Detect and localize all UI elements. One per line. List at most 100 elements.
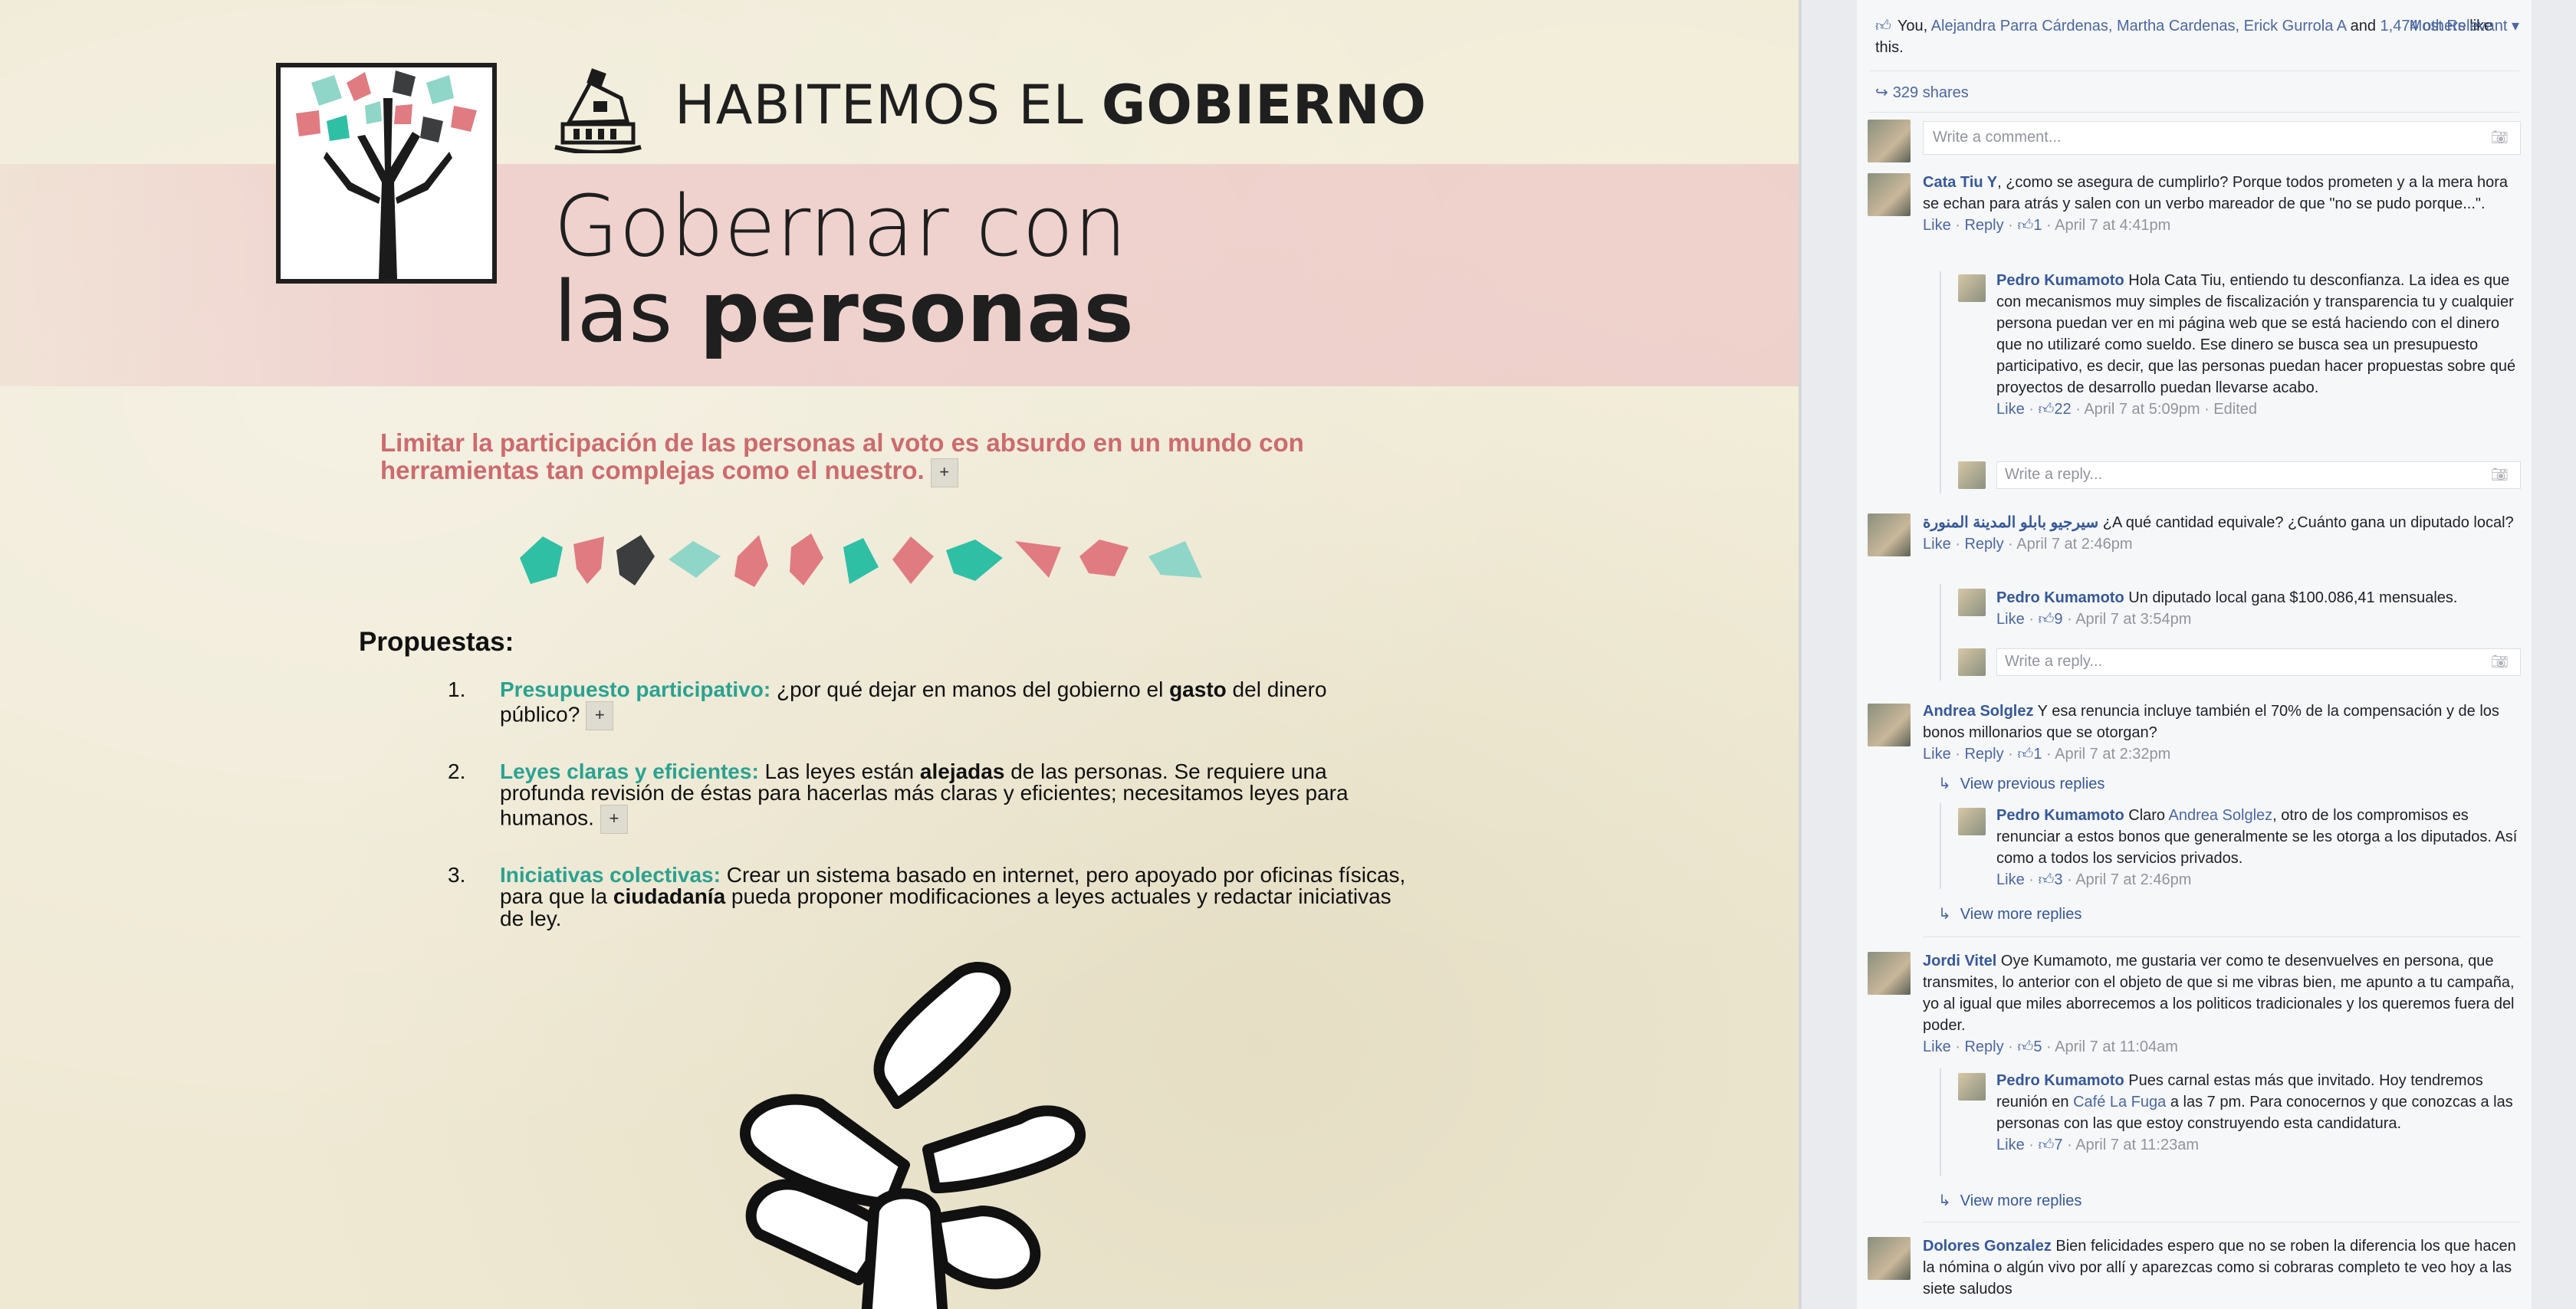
- reply-thread-line: [1940, 803, 1941, 889]
- commenter-name[interactable]: سيرجيو بابلو المدينة المنورة: [1923, 514, 2098, 531]
- divider: [1869, 112, 2519, 113]
- comments-panel: 👍︎ You, Alejandra Parra Cárdenas, Martha …: [1799, 0, 2576, 1309]
- avatar[interactable]: [1958, 808, 1986, 835]
- proposals-title: Propuestas:: [359, 627, 514, 657]
- reply-input[interactable]: Write a reply... 📷︎: [1996, 648, 2521, 676]
- reply: Pedro Kumamoto Claro Andrea Solglez, otr…: [1996, 807, 2518, 888]
- avatar[interactable]: [1868, 513, 1911, 556]
- timestamp[interactable]: April 7 at 2:32pm: [2055, 746, 2170, 763]
- proposal-item: 1. Presupuesto participativo: ¿por qué d…: [448, 677, 1406, 730]
- like-link[interactable]: Like: [1923, 746, 1951, 763]
- avatar[interactable]: [1868, 704, 1911, 746]
- thumb-up-icon: 👍︎: [2038, 611, 2055, 628]
- avatar[interactable]: [1868, 173, 1911, 216]
- comment: Andrea Solglez Y esa renuncia incluye ta…: [1923, 703, 2499, 763]
- avatar[interactable]: [1868, 952, 1911, 995]
- shares-link[interactable]: ↪ 329 shares: [1875, 83, 1969, 102]
- thumb-up-icon: 👍︎: [2017, 217, 2034, 234]
- reply: Pedro Kumamoto Hola Cata Tiu, entiendo t…: [1996, 272, 2516, 418]
- commenter-name[interactable]: Cata Tiu Y: [1923, 174, 1997, 191]
- commenter-name[interactable]: Pedro Kumamoto: [1996, 1072, 2124, 1089]
- sort-dropdown[interactable]: Most Relevant ▾: [2410, 15, 2519, 37]
- like-link[interactable]: Like: [1996, 871, 2025, 888]
- avatar[interactable]: [1958, 461, 1986, 489]
- avatar[interactable]: [1958, 648, 1986, 676]
- thumb-up-icon: 👍︎: [2038, 871, 2055, 888]
- view-more-replies-link[interactable]: View more replies: [1938, 1191, 2082, 1210]
- commenter-name[interactable]: Andrea Solglez: [1923, 703, 2033, 720]
- camera-icon[interactable]: 📷︎: [2491, 130, 2511, 146]
- expand-tag-button[interactable]: +: [600, 804, 628, 834]
- post-photo[interactable]: HABITEMOS EL GOBIERNO Gobernar con las p…: [0, 0, 1799, 1309]
- timestamp[interactable]: April 7 at 2:46pm: [2075, 871, 2191, 888]
- like-link[interactable]: Like: [1996, 611, 2025, 628]
- quote-text: Limitar la participación de las personas…: [380, 428, 1408, 487]
- proposal-item: 3. Iniciativas colectivas: Crear un sist…: [448, 862, 1406, 930]
- reply-input[interactable]: Write a reply... 📷︎: [1996, 461, 2521, 489]
- reply-thread-line: [1940, 1068, 1941, 1176]
- thumb-up-icon: 👍︎: [2017, 746, 2034, 763]
- thumb-up-icon: 👍︎: [2038, 1137, 2055, 1153]
- thumb-up-icon: 👍︎: [1875, 18, 1891, 34]
- like-link[interactable]: Like: [1996, 401, 2025, 418]
- like-link[interactable]: Like: [1923, 536, 1951, 553]
- thumb-up-icon: 👍︎: [2017, 1038, 2034, 1055]
- expand-tag-button[interactable]: +: [586, 700, 614, 730]
- commenter-name[interactable]: Pedro Kumamoto: [1996, 272, 2124, 289]
- avatar[interactable]: [1958, 589, 1986, 616]
- reply: Pedro Kumamoto Pues carnal estas más que…: [1996, 1072, 2513, 1153]
- comment-input[interactable]: Write a comment... 📷︎: [1923, 121, 2521, 155]
- commenter-name[interactable]: Jordi Vitel: [1923, 953, 1996, 969]
- proposals-list: 1. Presupuesto participativo: ¿por qué d…: [448, 677, 1406, 960]
- like-link[interactable]: Like: [1923, 1038, 1951, 1055]
- tree-logo: [276, 63, 497, 284]
- avatar[interactable]: [1958, 274, 1986, 302]
- proposal-title: Presupuesto participativo:: [500, 677, 771, 701]
- joined-hands-icon: [740, 961, 1086, 1309]
- avatar[interactable]: [1868, 1237, 1911, 1280]
- government-building-icon: [554, 68, 642, 153]
- organization-name: HABITEMOS EL GOBIERNO: [675, 74, 1428, 136]
- comment: Cata Tiu Y, ¿como se asegura de cumplirl…: [1923, 174, 2508, 234]
- reply-link[interactable]: Reply: [1964, 1038, 2003, 1055]
- like-link[interactable]: Like: [1996, 1137, 2025, 1153]
- timestamp[interactable]: April 7 at 4:41pm: [2055, 217, 2170, 234]
- camera-icon[interactable]: 📷︎: [2491, 467, 2511, 484]
- reply-thread-line: [1940, 271, 1941, 494]
- like-link[interactable]: Like: [1923, 217, 1951, 234]
- headline-line1: Gobernar con: [554, 177, 1128, 275]
- reply: Pedro Kumamoto Un diputado local gana $1…: [1996, 589, 2458, 628]
- commenter-name[interactable]: Dolores Gonzalez: [1923, 1238, 2052, 1255]
- mention-link[interactable]: Andrea Solglez: [2169, 807, 2273, 824]
- avatar[interactable]: [1958, 1073, 1986, 1101]
- avatar[interactable]: [1868, 120, 1911, 162]
- reply-link[interactable]: Reply: [1964, 217, 2003, 234]
- proposal-item: 2. Leyes claras y eficientes: Las leyes …: [448, 759, 1406, 834]
- reply-thread-line: [1940, 584, 1941, 681]
- comment: Dolores Gonzalez Bien felicidades espero…: [1923, 1238, 2516, 1298]
- likers-names-link[interactable]: Alejandra Parra Cárdenas, Martha Cardena…: [1931, 18, 2346, 34]
- reply-link[interactable]: Reply: [1964, 536, 2003, 553]
- comments-container: 👍︎ You, Alejandra Parra Cárdenas, Martha …: [1857, 0, 2532, 1309]
- comment: Jordi Vitel Oye Kumamoto, me gustaria ve…: [1923, 953, 2515, 1055]
- proposal-title: Leyes claras y eficientes:: [500, 759, 759, 783]
- comment: سيرجيو بابلو المدينة المنورة ¿A qué cant…: [1923, 514, 2514, 553]
- headline-line2: las personas: [554, 263, 1134, 361]
- timestamp[interactable]: April 7 at 2:46pm: [2016, 536, 2132, 553]
- timestamp[interactable]: April 7 at 11:23am: [2075, 1137, 2199, 1153]
- timestamp[interactable]: April 7 at 3:54pm: [2075, 611, 2191, 628]
- view-previous-replies-link[interactable]: View previous replies: [1938, 774, 2105, 793]
- view-more-replies-link[interactable]: View more replies: [1938, 904, 2082, 924]
- commenter-name[interactable]: Pedro Kumamoto: [1996, 807, 2124, 824]
- expand-tag-button[interactable]: +: [930, 458, 958, 487]
- thumb-up-icon: 👍︎: [2038, 401, 2055, 418]
- camera-icon[interactable]: 📷︎: [2491, 654, 2511, 671]
- mention-link[interactable]: Café La Fuga: [2073, 1094, 2166, 1111]
- proposal-title: Iniciativas colectivas:: [500, 862, 721, 887]
- commenter-name[interactable]: Pedro Kumamoto: [1996, 589, 2124, 606]
- timestamp[interactable]: April 7 at 5:09pm: [2084, 401, 2200, 418]
- likes-summary: 👍︎ You, Alejandra Parra Cárdenas, Martha …: [1875, 15, 2519, 58]
- timestamp[interactable]: April 7 at 11:04am: [2055, 1038, 2178, 1055]
- reply-link[interactable]: Reply: [1964, 746, 2003, 763]
- tree-icon: [296, 71, 477, 279]
